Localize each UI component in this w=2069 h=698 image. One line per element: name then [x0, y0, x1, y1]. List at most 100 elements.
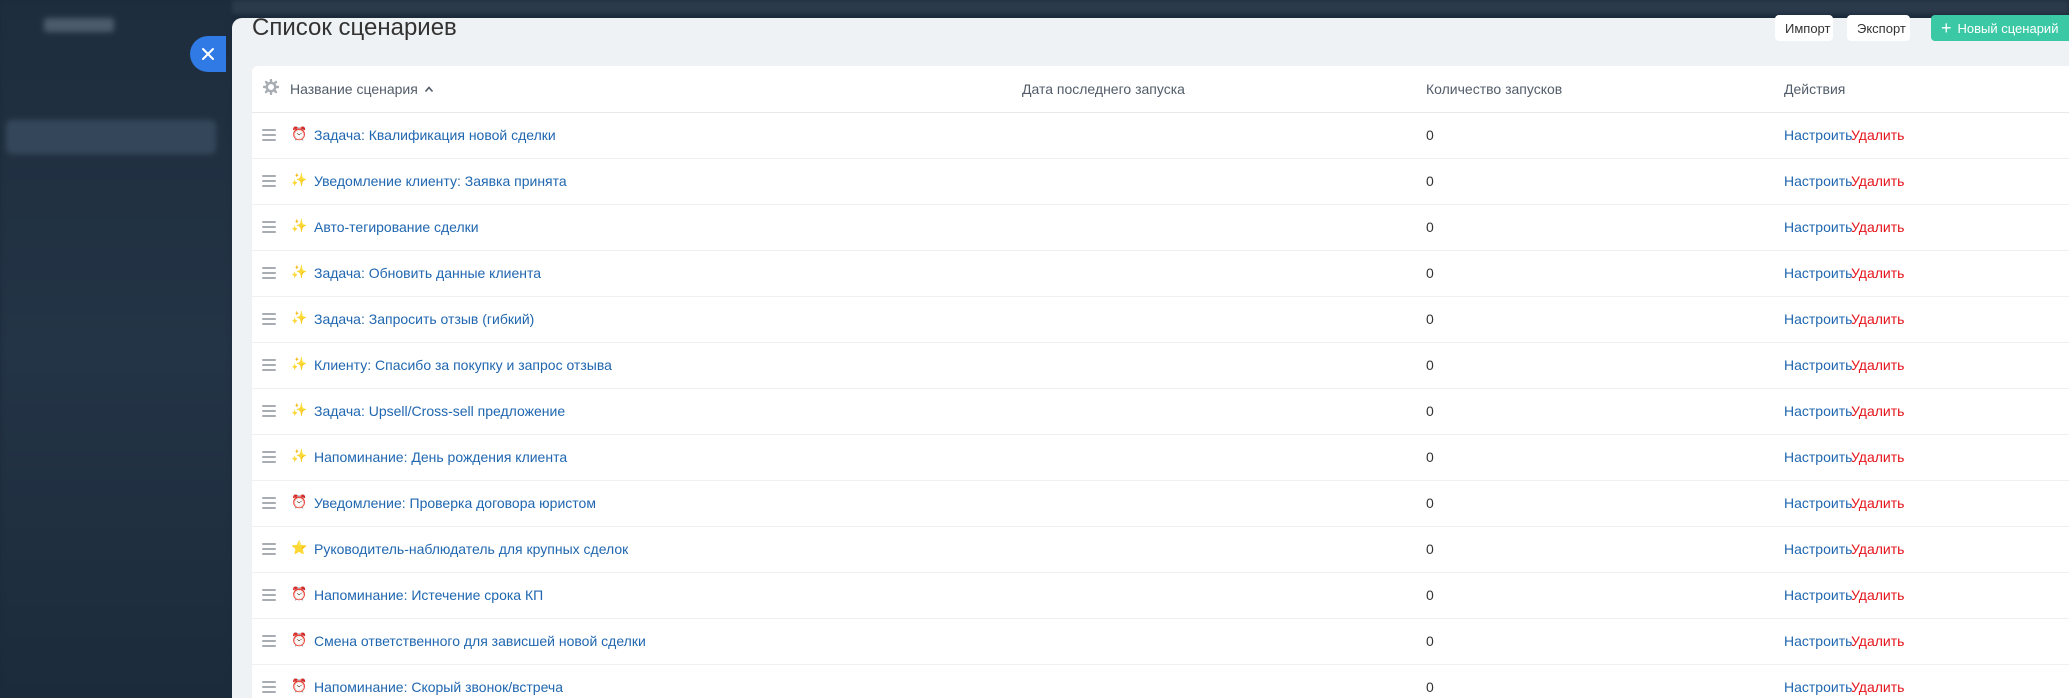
drag-handle-icon[interactable] [262, 267, 276, 279]
drag-handle-icon[interactable] [262, 497, 276, 509]
import-button[interactable]: Импорт [1775, 15, 1833, 41]
run-count: 0 [1426, 357, 1434, 373]
scenario-name-link[interactable]: Уведомление клиенту: Заявка принята [314, 173, 567, 189]
table-row: ⏰ Напоминание: Истечение срока КП 0 Настрои… [252, 573, 2069, 619]
new-scenario-label: Новый сценарий [1957, 20, 2059, 36]
run-count: 0 [1426, 265, 1434, 281]
column-header-run-count[interactable]: Количество запусков [1426, 81, 1562, 97]
table-row: ✨ Напоминание: День рождения клиента 0 Наст… [252, 435, 2069, 481]
drag-handle-icon[interactable] [262, 589, 276, 601]
column-header-name[interactable]: Название сценария [290, 81, 434, 97]
drag-handle-icon[interactable] [262, 313, 276, 325]
run-count: 0 [1426, 311, 1434, 327]
scenario-name-link[interactable]: Смена ответственного для зависшей новой … [314, 633, 646, 649]
scenario-name-link[interactable]: Задача: Квалификация новой сделки [314, 127, 556, 143]
drag-handle-icon[interactable] [262, 221, 276, 233]
configure-link[interactable]: Настроить [1784, 265, 1852, 281]
scenarios-table: Название сценария Дата последнего запуск… [252, 66, 2069, 698]
drag-handle-icon[interactable] [262, 405, 276, 417]
sparkles-icon: ✨ [291, 172, 308, 187]
drag-handle-icon[interactable] [262, 175, 276, 187]
drag-handle-icon[interactable] [262, 681, 276, 693]
alarm-clock-icon: ⏰ [291, 632, 308, 647]
export-button[interactable]: Экспорт [1847, 15, 1910, 41]
configure-link[interactable]: Настроить [1784, 587, 1852, 603]
scenario-name-link[interactable]: Руководитель-наблюдатель для крупных сде… [314, 541, 628, 557]
scenario-name-link[interactable]: Задача: Запросить отзыв (гибкий) [314, 311, 534, 327]
delete-link[interactable]: Удалить [1851, 449, 1904, 465]
configure-link[interactable]: Настроить [1784, 541, 1852, 557]
delete-link[interactable]: Удалить [1851, 541, 1904, 557]
configure-link[interactable]: Настроить [1784, 449, 1852, 465]
scenario-name-link[interactable]: Клиенту: Спасибо за покупку и запрос отз… [314, 357, 612, 373]
table-row: ✨ Авто-тегирование сделки 0 Настроить Удалит… [252, 205, 2069, 251]
table-row: ⏰ Напоминание: Скорый звонок/встреча 0 Наст… [252, 665, 2069, 698]
scenarios-panel: Список сценариев Импорт Экспорт + Новый … [232, 14, 2069, 698]
table-row: ✨ Задача: Запросить отзыв (гибкий) 0 Настро… [252, 297, 2069, 343]
plus-icon: + [1941, 18, 1952, 38]
run-count: 0 [1426, 679, 1434, 695]
table-row: ⭐ Руководитель-наблюдатель для крупных сд… [252, 527, 2069, 573]
configure-link[interactable]: Настроить [1784, 357, 1852, 373]
run-count: 0 [1426, 541, 1434, 557]
sparkles-icon: ✨ [291, 218, 308, 233]
scenario-name-link[interactable]: Задача: Обновить данные клиента [314, 265, 541, 281]
column-header-last-run[interactable]: Дата последнего запуска [1022, 81, 1185, 97]
configure-link[interactable]: Настроить [1784, 173, 1852, 189]
drag-handle-icon[interactable] [262, 359, 276, 371]
settings-gear-icon[interactable] [263, 79, 279, 95]
star-icon: ⭐ [291, 540, 308, 555]
scenario-name-link[interactable]: Уведомление: Проверка договора юристом [314, 495, 596, 511]
alarm-clock-icon: ⏰ [291, 586, 308, 601]
background-sidebar [0, 0, 232, 698]
run-count: 0 [1426, 403, 1434, 419]
close-icon [202, 48, 214, 60]
configure-link[interactable]: Настроить [1784, 311, 1852, 327]
scenario-name-link[interactable]: Напоминание: День рождения клиента [314, 449, 567, 465]
table-row: ✨ Клиенту: Спасибо за покупку и запрос от… [252, 343, 2069, 389]
delete-link[interactable]: Удалить [1851, 403, 1904, 419]
delete-link[interactable]: Удалить [1851, 633, 1904, 649]
sort-ascending-icon [424, 86, 433, 93]
configure-link[interactable]: Настроить [1784, 127, 1852, 143]
delete-link[interactable]: Удалить [1851, 311, 1904, 327]
delete-link[interactable]: Удалить [1851, 357, 1904, 373]
drag-handle-icon[interactable] [262, 129, 276, 141]
delete-link[interactable]: Удалить [1851, 587, 1904, 603]
close-slider-button[interactable] [190, 36, 226, 72]
table-body: ⏰ Задача: Квалификация новой сделки 0 Настр… [252, 113, 2069, 698]
run-count: 0 [1426, 449, 1434, 465]
sparkles-icon: ✨ [291, 356, 308, 371]
delete-link[interactable]: Удалить [1851, 127, 1904, 143]
delete-link[interactable]: Удалить [1851, 219, 1904, 235]
configure-link[interactable]: Настроить [1784, 495, 1852, 511]
configure-link[interactable]: Настроить [1784, 219, 1852, 235]
delete-link[interactable]: Удалить [1851, 265, 1904, 281]
configure-link[interactable]: Настроить [1784, 633, 1852, 649]
delete-link[interactable]: Удалить [1851, 173, 1904, 189]
alarm-clock-icon: ⏰ [291, 494, 308, 509]
sparkles-icon: ✨ [291, 402, 308, 417]
table-row: ⏰ Смена ответственного для зависшей новой… [252, 619, 2069, 665]
table-row: ✨ Задача: Обновить данные клиента 0 Настрои… [252, 251, 2069, 297]
scenario-name-link[interactable]: Задача: Upsell/Cross-sell предложение [314, 403, 565, 419]
drag-handle-icon[interactable] [262, 451, 276, 463]
sparkles-icon: ✨ [291, 310, 308, 325]
alarm-clock-icon: ⏰ [291, 678, 308, 693]
run-count: 0 [1426, 587, 1434, 603]
column-header-actions: Действия [1784, 81, 1846, 97]
scenario-name-link[interactable]: Напоминание: Скорый звонок/встреча [314, 679, 563, 695]
configure-link[interactable]: Настроить [1784, 403, 1852, 419]
scenario-name-link[interactable]: Напоминание: Истечение срока КП [314, 587, 543, 603]
delete-link[interactable]: Удалить [1851, 495, 1904, 511]
run-count: 0 [1426, 127, 1434, 143]
delete-link[interactable]: Удалить [1851, 679, 1904, 695]
table-row: ⏰ Задача: Квалификация новой сделки 0 Настр… [252, 113, 2069, 159]
new-scenario-button[interactable]: + Новый сценарий [1931, 15, 2069, 41]
scenario-name-link[interactable]: Авто-тегирование сделки [314, 219, 479, 235]
configure-link[interactable]: Настроить [1784, 679, 1852, 695]
drag-handle-icon[interactable] [262, 635, 276, 647]
table-header: Название сценария Дата последнего запуск… [252, 66, 2069, 113]
drag-handle-icon[interactable] [262, 543, 276, 555]
run-count: 0 [1426, 495, 1434, 511]
